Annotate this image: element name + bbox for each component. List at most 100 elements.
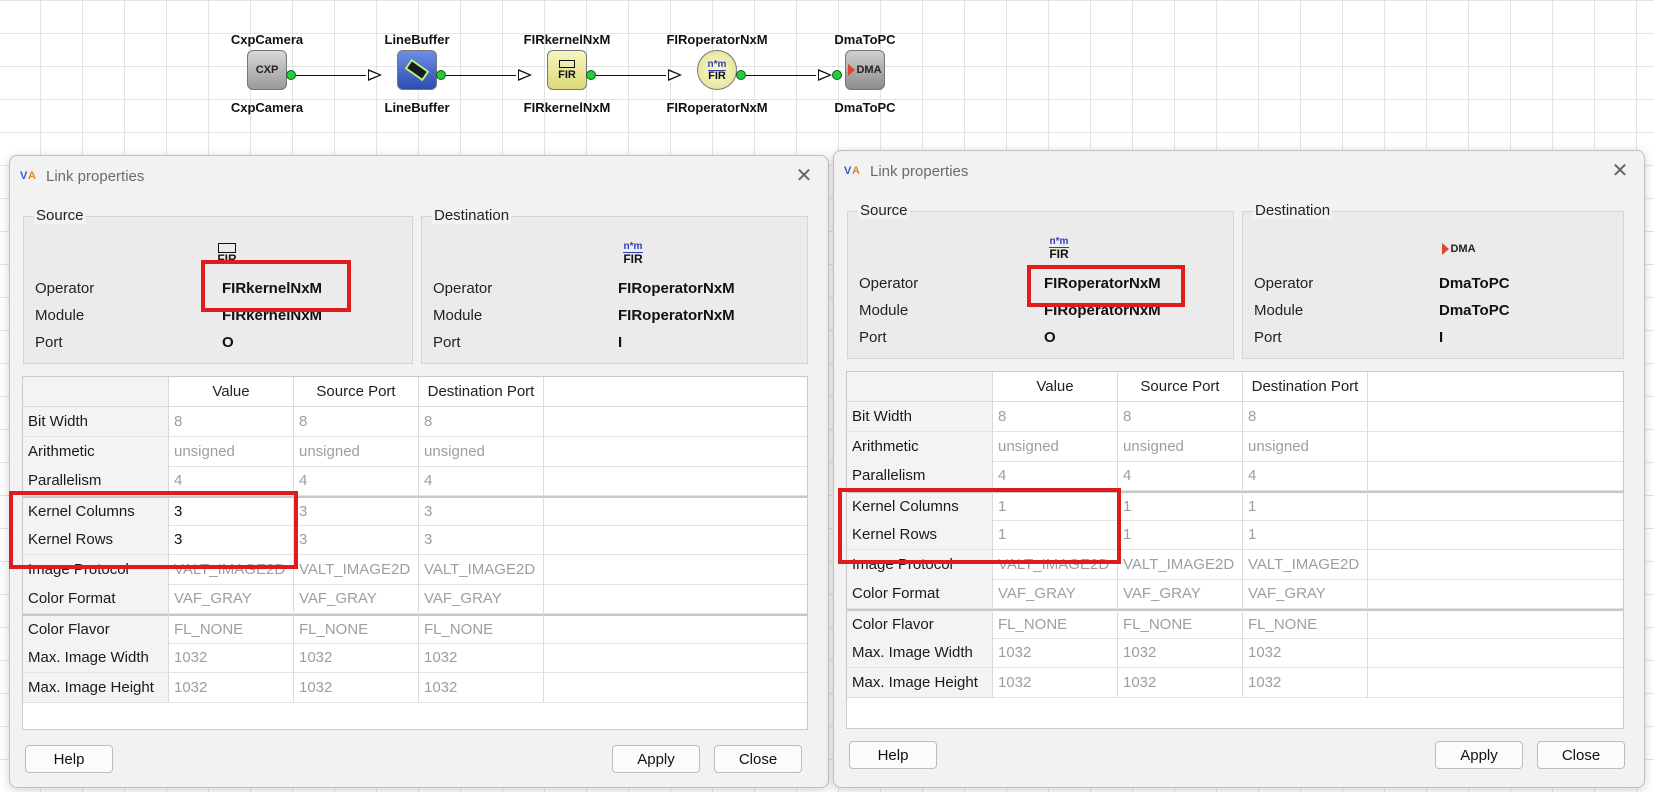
apply-button[interactable]: Apply [612, 745, 700, 773]
table-row[interactable]: Max. Image Width 1032 1032 1032 [23, 643, 807, 673]
value-cell[interactable]: 4 [993, 461, 1118, 491]
table-row[interactable]: Max. Image Height 1032 1032 1032 [847, 667, 1623, 698]
dialog-title: Link properties [870, 162, 969, 180]
row-label: Kernel Columns [23, 495, 169, 526]
close-icon[interactable]: ✕ [1608, 159, 1632, 183]
linebuffer-icon[interactable] [397, 50, 437, 90]
value-cell[interactable]: 1032 [169, 672, 294, 703]
value-cell[interactable]: 1032 [993, 638, 1118, 668]
table-row[interactable]: Kernel Columns 3 3 3 [23, 495, 807, 526]
value-cell[interactable]: VAF_GRAY [169, 584, 294, 614]
fir-kernel-icon[interactable]: FIR [547, 50, 587, 90]
icon-glyph: FIR [708, 69, 726, 82]
table-row[interactable]: Color Flavor FL_NONE FL_NONE FL_NONE [847, 608, 1623, 639]
table-row[interactable]: Color Format VAF_GRAY VAF_GRAY VAF_GRAY [847, 579, 1623, 609]
table-row[interactable]: Color Flavor FL_NONE FL_NONE FL_NONE [23, 613, 807, 644]
icon-glyph: FIR [1049, 247, 1069, 261]
output-port[interactable] [586, 70, 596, 80]
value-cell[interactable]: 8 [993, 402, 1118, 432]
row-label: Max. Image Height [847, 667, 993, 698]
header-cell-empty [1368, 372, 1623, 402]
dialog-titlebar[interactable]: VA Link properties [834, 151, 1644, 191]
value-cell[interactable]: unsigned [993, 431, 1118, 462]
node-cxpcamera[interactable]: CxpCamera CXP CxpCamera [202, 32, 332, 122]
link-wire[interactable] [746, 75, 816, 76]
empty-cell [544, 525, 807, 555]
value-cell[interactable]: 1 [993, 490, 1118, 521]
icon-glyph: DMA [856, 64, 882, 76]
value-cell[interactable]: 1 [993, 520, 1118, 550]
value-cell[interactable]: 1032 [169, 643, 294, 673]
properties-table[interactable]: Value Source Port Destination Port Bit Widt… [846, 371, 1624, 729]
apply-button[interactable]: Apply [1435, 741, 1523, 769]
node-title: LineBuffer [384, 32, 450, 47]
value-cell[interactable]: VALT_IMAGE2D [993, 549, 1118, 580]
link-wire[interactable] [446, 75, 516, 76]
table-row[interactable]: Image Protocol VALT_IMAGE2D VALT_IMAGE2D VA… [847, 549, 1623, 580]
table-row[interactable]: Kernel Rows 3 3 3 [23, 525, 807, 555]
fir-operator-icon[interactable]: n*m FIR [697, 50, 737, 90]
value-cell[interactable]: 3 [169, 495, 294, 526]
row-label: Max. Image Width [23, 643, 169, 673]
source-port-cell: 4 [294, 466, 419, 496]
row-label: Bit Width [847, 402, 993, 432]
source-port-cell: FL_NONE [294, 613, 419, 644]
link-properties-dialog: VA Link properties ✕ Source n*m FIR Oper… [833, 150, 1645, 788]
operator-value: FIRoperatorNxM [618, 280, 735, 297]
table-row[interactable]: Max. Image Width 1032 1032 1032 [847, 638, 1623, 668]
value-cell[interactable]: unsigned [169, 436, 294, 467]
destination-port-cell: 4 [1243, 461, 1368, 491]
input-port[interactable] [832, 70, 842, 80]
value-cell[interactable]: FL_NONE [169, 613, 294, 644]
empty-cell [1368, 520, 1623, 550]
table-row[interactable]: Max. Image Height 1032 1032 1032 [23, 672, 807, 703]
value-cell[interactable]: 3 [169, 525, 294, 555]
close-button[interactable]: Close [714, 745, 802, 773]
table-row[interactable]: Bit Width 8 8 8 [847, 402, 1623, 432]
value-cell[interactable]: FL_NONE [993, 608, 1118, 639]
table-row[interactable]: Parallelism 4 4 4 [847, 461, 1623, 491]
port-value: O [1044, 329, 1056, 346]
link-wire[interactable] [296, 75, 366, 76]
source-port-cell: VALT_IMAGE2D [1118, 549, 1243, 580]
link-properties-dialog: VA Link properties ✕ Source FIR Operator… [9, 155, 829, 788]
output-port[interactable] [436, 70, 446, 80]
table-row[interactable]: Kernel Rows 1 1 1 [847, 520, 1623, 550]
source-port-cell: VAF_GRAY [294, 584, 419, 614]
table-row[interactable]: Color Format VAF_GRAY VAF_GRAY VAF_GRAY [23, 584, 807, 614]
link-arrow [518, 69, 532, 81]
table-row[interactable]: Arithmetic unsigned unsigned unsigned [23, 436, 807, 467]
table-row[interactable]: Arithmetic unsigned unsigned unsigned [847, 431, 1623, 462]
dma-icon[interactable]: DMA [845, 50, 885, 90]
close-button[interactable]: Close [1537, 741, 1625, 769]
icon-glyph-top: n*m [1049, 236, 1069, 247]
empty-cell [1368, 638, 1623, 668]
value-cell[interactable]: 4 [169, 466, 294, 496]
help-button[interactable]: Help [25, 745, 113, 773]
destination-group: Destination n*m FIR Operator FIRoperator… [421, 207, 808, 364]
table-row[interactable]: Parallelism 4 4 4 [23, 466, 807, 496]
output-port[interactable] [286, 70, 296, 80]
help-button[interactable]: Help [849, 741, 937, 769]
dialog-titlebar[interactable]: VA Link properties [10, 156, 828, 196]
value-cell[interactable]: VALT_IMAGE2D [169, 554, 294, 585]
cxp-camera-icon[interactable]: CXP [247, 50, 287, 90]
value-cell[interactable]: VAF_GRAY [993, 579, 1118, 609]
source-port-cell: 3 [294, 525, 419, 555]
empty-cell [1368, 608, 1623, 639]
link-wire[interactable] [596, 75, 666, 76]
icon-glyph: FIR [217, 252, 237, 266]
port-label: Port [859, 329, 887, 346]
close-icon[interactable]: ✕ [792, 164, 816, 188]
output-port[interactable] [736, 70, 746, 80]
module-label: Module [433, 307, 483, 324]
properties-table[interactable]: Value Source Port Destination Port Bit Widt… [22, 376, 808, 730]
destination-port-cell: 1032 [419, 643, 544, 673]
table-row[interactable]: Image Protocol VALT_IMAGE2D VALT_IMAGE2D VA… [23, 554, 807, 585]
value-cell[interactable]: 8 [169, 407, 294, 437]
destination-port-cell: 1032 [1243, 638, 1368, 668]
table-row[interactable]: Kernel Columns 1 1 1 [847, 490, 1623, 521]
value-cell[interactable]: 1032 [993, 667, 1118, 698]
table-row[interactable]: Bit Width 8 8 8 [23, 407, 807, 437]
column-header: Destination Port [1243, 372, 1368, 402]
